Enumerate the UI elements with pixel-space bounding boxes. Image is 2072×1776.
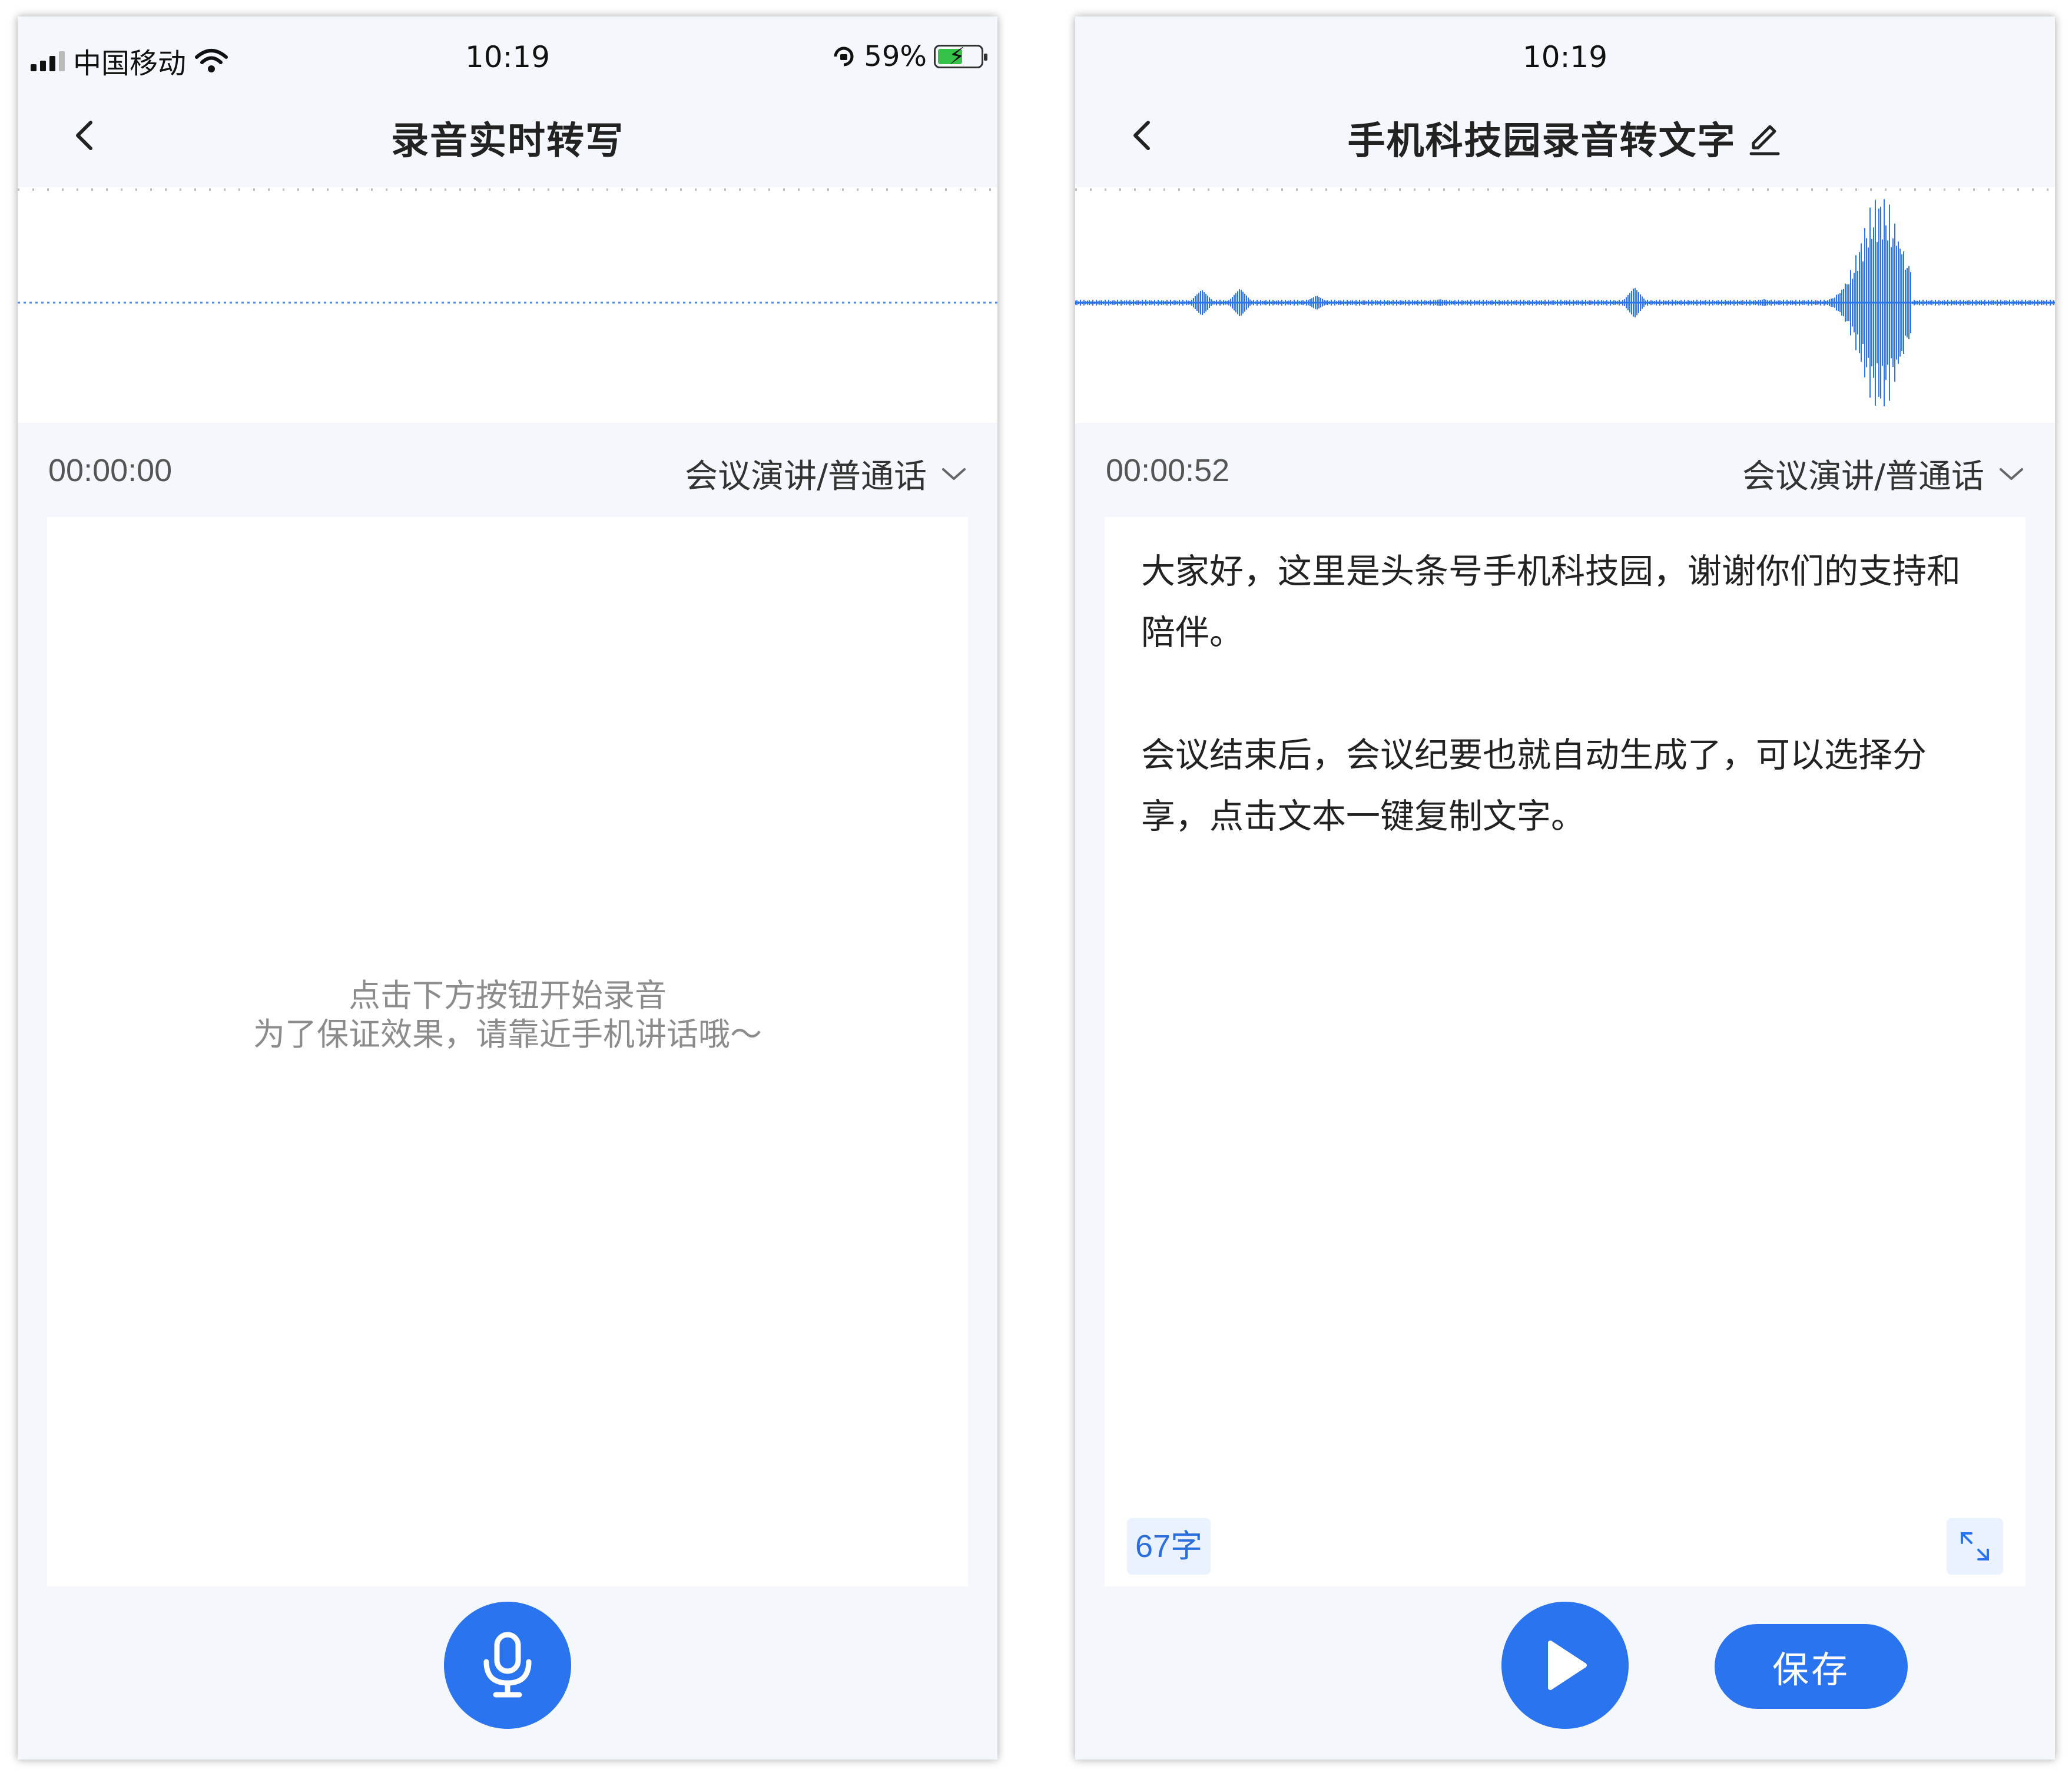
status-time: 10:19 (1522, 40, 1608, 74)
battery-percent: 59% (864, 40, 927, 73)
char-count-badge: 67字 (1127, 1518, 1211, 1575)
nav-bar: 手机科技园录音转文字 (1075, 93, 2055, 175)
transcript-paragraph[interactable]: 会议结束后，会议纪要也就自动生成了，可以选择分享，点击文本一键复制文字。 (1141, 724, 1989, 847)
chevron-down-icon (2000, 468, 2023, 480)
play-button[interactable] (1501, 1602, 1629, 1729)
mode-selector[interactable]: 会议演讲/普通话 (685, 450, 968, 498)
transcript-card[interactable]: 大家好，这里是头条号手机科技园，谢谢你们的支持和陪伴。 会议结束后，会议纪要也就… (1105, 517, 2025, 1586)
expand-button[interactable] (1947, 1518, 2003, 1575)
empty-hint: 点击下方按钮开始录音 为了保证效果，请靠近手机讲话哦～ (47, 976, 968, 1054)
mic-icon (483, 1632, 532, 1698)
hint-line-2: 为了保证效果，请靠近手机讲话哦～ (253, 1016, 762, 1053)
mode-label: 会议演讲/普通话 (1742, 458, 1984, 496)
meta-row: 00:00:00 会议演讲/普通话 (18, 429, 997, 511)
record-button[interactable] (444, 1602, 571, 1729)
transcript-card: 点击下方按钮开始录音 为了保证效果，请靠近手机讲话哦～ (47, 517, 968, 1586)
battery-icon: ⚡ (934, 43, 987, 70)
transcript-text[interactable]: 大家好，这里是头条号手机科技园，谢谢你们的支持和陪伴。 会议结束后，会议纪要也就… (1141, 541, 1989, 908)
waveform (1075, 188, 2055, 406)
status-bar: 10:19 (1075, 16, 2055, 81)
waveform-area (18, 187, 997, 423)
recording-screen: 中国移动 10:19 59% ⚡ 录音实时转写 00:00:00 会议演讲/普通… (18, 16, 997, 1760)
nav-bar: 录音实时转写 (18, 93, 997, 175)
title-group: 手机科技园录音转文字 (1075, 111, 2055, 165)
play-icon (1548, 1641, 1587, 1690)
waveform-area (1075, 187, 2055, 423)
mode-selector[interactable]: 会议演讲/普通话 (1742, 450, 2025, 498)
chevron-down-icon (942, 468, 966, 480)
hint-line-1: 点击下方按钮开始录音 (349, 977, 667, 1014)
transcript-screen: 10:19 手机科技园录音转文字 00:00:52 会议演讲/普通话 大家好，这… (1075, 16, 2055, 1760)
recording-timer: 00:00:00 (48, 453, 173, 488)
recording-timer: 00:00:52 (1106, 453, 1230, 488)
mode-label: 会议演讲/普通话 (685, 458, 927, 496)
page-title: 录音实时转写 (391, 120, 624, 163)
orientation-lock-icon (834, 47, 854, 67)
expand-icon (1961, 1532, 1989, 1560)
page-title: 手机科技园录音转文字 (1347, 120, 1736, 163)
meta-row: 00:00:52 会议演讲/普通话 (1075, 429, 2055, 511)
battery-group: 59% ⚡ (831, 40, 987, 73)
status-bar: 中国移动 10:19 59% ⚡ (18, 16, 997, 81)
edit-icon[interactable] (1745, 121, 1783, 158)
transcript-paragraph[interactable]: 大家好，这里是头条号手机科技园，谢谢你们的支持和陪伴。 (1141, 541, 1989, 663)
waveform-bars (1075, 199, 2054, 406)
save-button[interactable]: 保存 (1715, 1624, 1908, 1709)
